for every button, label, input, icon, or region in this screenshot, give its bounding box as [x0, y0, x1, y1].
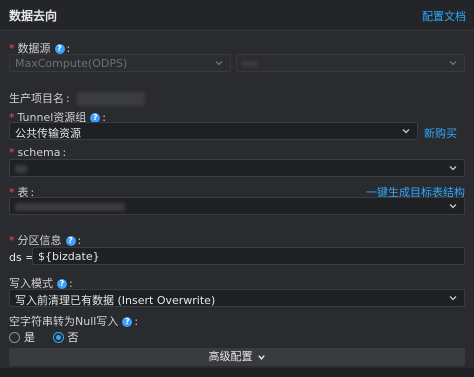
- datasource-name-select[interactable]: [236, 54, 465, 72]
- help-icon[interactable]: ?: [65, 236, 76, 246]
- null-conversion-label: 空字符串转为Null写入?:: [9, 315, 139, 328]
- partition-value-input[interactable]: ${bizdate}: [32, 247, 465, 265]
- advanced-config-button[interactable]: 高级配置: [9, 348, 465, 366]
- datasource-type-select[interactable]: MaxCompute(ODPS): [9, 54, 231, 72]
- redacted-value: [15, 203, 125, 211]
- schema-label: * schema:: [9, 146, 67, 159]
- tunnel-resource-select[interactable]: 公共传输资源: [9, 122, 418, 140]
- schema-select[interactable]: [9, 159, 465, 177]
- chevron-down-icon: [214, 58, 224, 68]
- null-conversion-radio-group: 是 否: [9, 329, 93, 344]
- write-mode-select[interactable]: 写入前清理已有数据 (Insert Overwrite): [9, 289, 465, 307]
- chevron-down-icon: [257, 354, 265, 360]
- section-title: 数据去向: [9, 9, 58, 23]
- redacted-value: [242, 61, 258, 67]
- buy-new-link[interactable]: 新购买: [424, 125, 457, 141]
- help-icon[interactable]: ?: [57, 279, 67, 289]
- chevron-down-icon: [448, 58, 458, 68]
- radio-no[interactable]: [52, 331, 64, 343]
- radio-yes[interactable]: [9, 331, 20, 343]
- help-icon[interactable]: ?: [54, 44, 65, 54]
- chevron-down-icon: [448, 201, 458, 211]
- help-icon[interactable]: ?: [122, 317, 133, 327]
- config-doc-link[interactable]: 配置文档: [422, 8, 466, 24]
- table-select[interactable]: [9, 197, 465, 215]
- chevron-down-icon: [401, 126, 411, 136]
- chevron-down-icon: [448, 163, 458, 173]
- footer-bar: [0, 368, 474, 377]
- partition-label: * 分区信息?:: [9, 234, 82, 247]
- section-header: 数据去向 配置文档: [0, 0, 474, 31]
- project-label: 生产项目名:: [9, 90, 146, 106]
- redacted-project-name: [77, 92, 146, 106]
- partition-key: ds =: [9, 251, 35, 264]
- chevron-down-icon: [448, 293, 458, 303]
- redacted-value: [15, 165, 27, 173]
